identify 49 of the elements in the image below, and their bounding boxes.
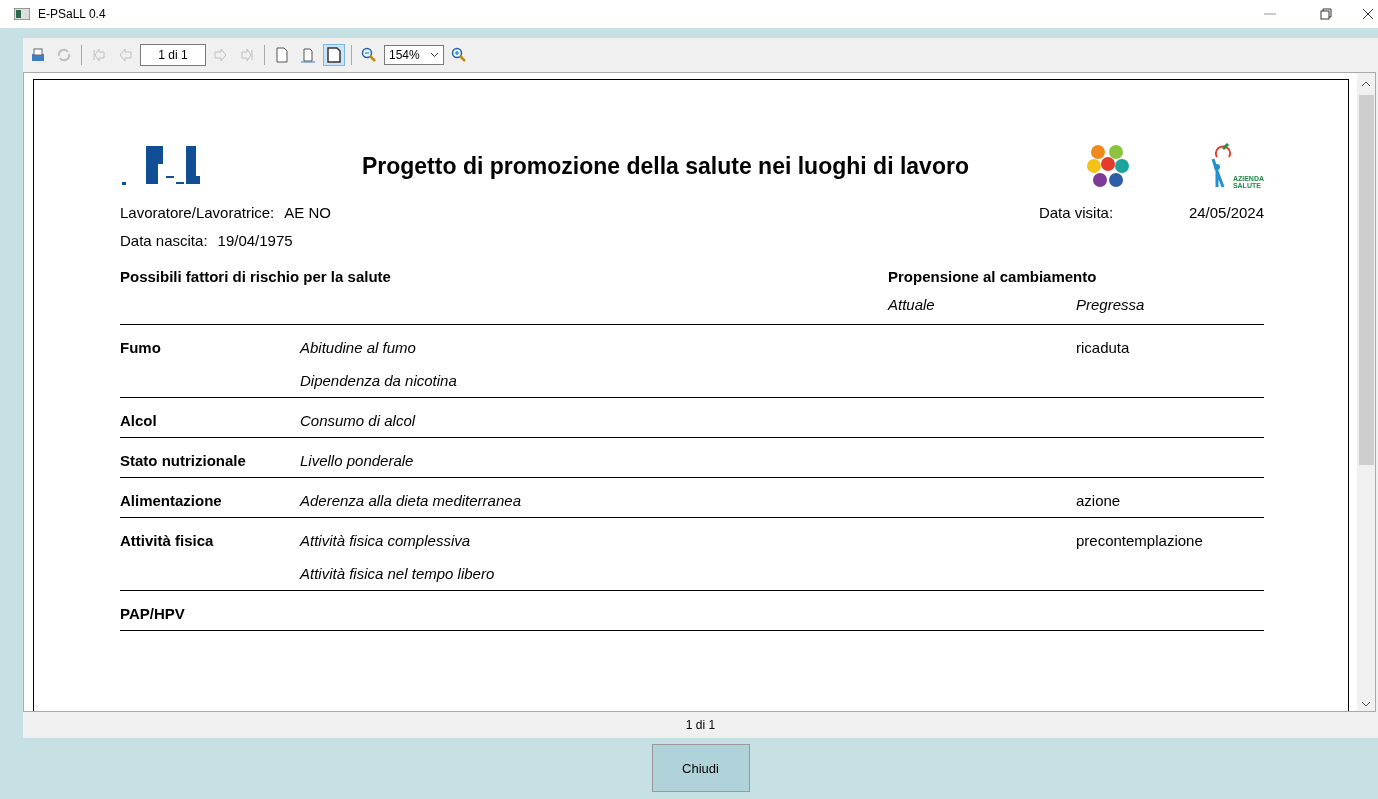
zoom-dropdown[interactable]: 154% [384, 45, 444, 65]
factor-label: Alcol [120, 412, 158, 429]
restore-icon [1320, 8, 1332, 20]
table-cell-text: precontemplazione [1076, 532, 1204, 549]
table-cell-text: azione [1076, 492, 1122, 509]
print-icon [30, 47, 46, 63]
table-cell-text: ricaduta [1076, 339, 1131, 356]
page-width-icon [300, 47, 316, 63]
field-label: Data visita: [1038, 203, 1115, 221]
table-cell-text: Attività fisica complessiva [300, 532, 472, 549]
table-cell-text: Livello ponderale [300, 452, 415, 469]
whole-page-icon [326, 47, 342, 63]
table-cell-text: Aderenza alla dieta mediterranea [300, 492, 522, 509]
column-header: Pregressa [1076, 295, 1146, 313]
app-icon [14, 8, 30, 20]
single-page-icon [274, 47, 290, 63]
last-icon [239, 47, 255, 63]
field-value: 24/05/2024 [1188, 203, 1264, 221]
field-label: Lavoratore/Lavoratrice: [120, 203, 275, 221]
field-value: 19/04/1975 [217, 231, 293, 249]
column-header: Propensione al cambiamento [888, 267, 1098, 285]
close-dialog-button[interactable]: Chiudi [651, 744, 750, 792]
factor-label: Stato nutrizionale [120, 452, 247, 469]
next-icon [213, 47, 229, 63]
flower-logo-icon [1086, 143, 1129, 189]
table-cell-text: Attività fisica nel tempo libero [300, 565, 496, 582]
table-cell-text: Dipendenza da nicotina [300, 372, 458, 389]
zoom-in-icon [451, 47, 467, 63]
scrollbar[interactable] [1357, 73, 1375, 711]
table-cell-text: Abitudine al fumo [300, 339, 417, 356]
factor-label: Attività fisica [120, 532, 215, 549]
window-title: E-PSaLL 0.4 [38, 7, 107, 21]
page-status: 1 di 1 [685, 718, 716, 732]
first-icon [91, 47, 107, 63]
column-header: Attuale [888, 295, 936, 313]
whole-page-button[interactable] [323, 44, 345, 66]
prev-icon [117, 47, 133, 63]
column-header: Possibili fattori di rischio per la salute [120, 267, 392, 285]
factor-label: PAP/HPV [120, 605, 186, 622]
factor-label: Fumo [120, 339, 162, 356]
page-number-field[interactable]: 1 di 1 [140, 44, 206, 66]
zoom-out-icon [361, 47, 377, 63]
table-cell-text: Consumo di alcol [300, 412, 417, 429]
field-value: AE NO [284, 203, 332, 221]
refresh-icon [56, 47, 72, 63]
report-title: Progetto di promozione della salute nei luoghi di lavoro [360, 152, 970, 180]
factor-label: Alimentazione [120, 492, 223, 509]
chevron-down-icon [430, 52, 439, 58]
field-label: Data nascita: [120, 231, 208, 249]
